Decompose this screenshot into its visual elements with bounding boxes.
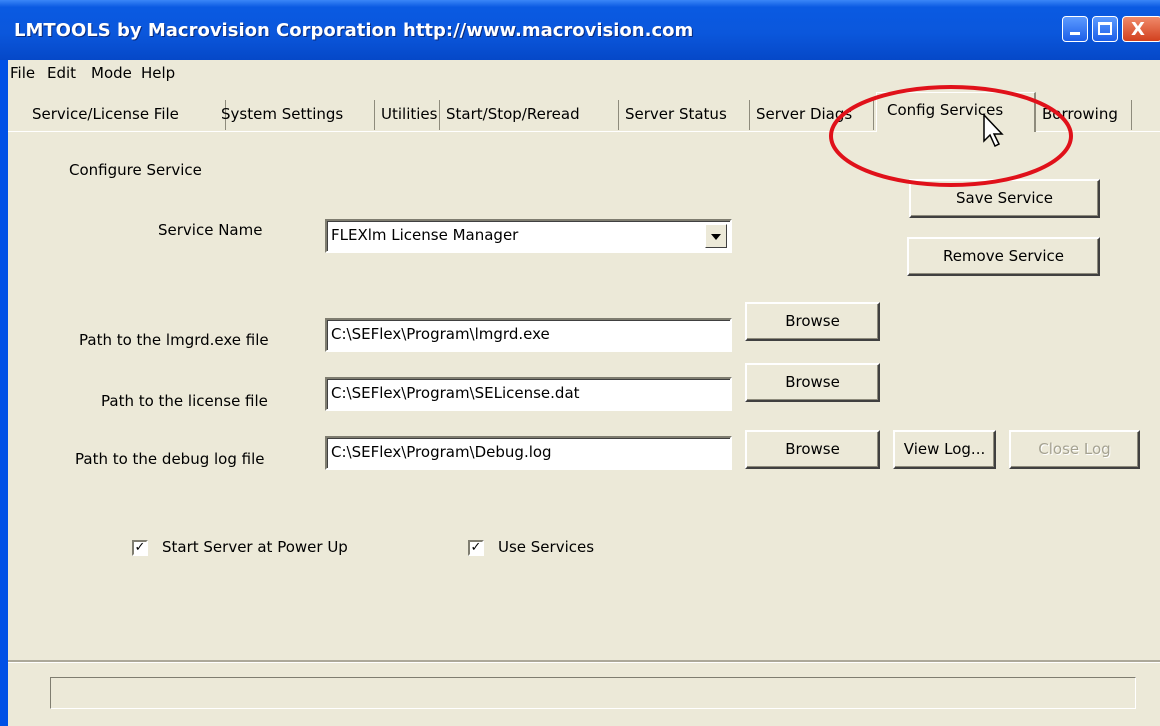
service-name-label: Service Name bbox=[158, 221, 263, 239]
menu-bar: File Edit Mode Help bbox=[8, 60, 1160, 86]
tab-server-diags[interactable]: Server Diags bbox=[754, 100, 874, 130]
remove-service-button[interactable]: Remove Service bbox=[907, 237, 1100, 276]
view-log-button[interactable]: View Log... bbox=[893, 430, 996, 469]
window-left-border bbox=[0, 0, 8, 726]
tab-utilities[interactable]: Utilities bbox=[379, 100, 440, 130]
browse-lmgrd-button[interactable]: Browse bbox=[745, 302, 880, 341]
license-path-input[interactable]: C:\SEFlex\Program\SELicense.dat bbox=[325, 377, 732, 411]
status-separator bbox=[8, 660, 1160, 663]
save-service-button[interactable]: Save Service bbox=[909, 179, 1100, 218]
tab-server-status[interactable]: Server Status bbox=[623, 100, 750, 130]
minimize-icon bbox=[1070, 32, 1080, 35]
service-name-combobox[interactable]: FLEXlm License Manager bbox=[325, 219, 732, 253]
menu-file[interactable]: File bbox=[10, 64, 35, 82]
mouse-cursor-icon bbox=[983, 113, 1004, 148]
debug-log-path-input[interactable]: C:\SEFlex\Program\Debug.log bbox=[325, 436, 732, 470]
browse-debug-log-button[interactable]: Browse bbox=[745, 430, 880, 469]
window-title: LMTOOLS by Macrovision Corporation http:… bbox=[14, 20, 694, 41]
use-services-checkbox[interactable]: ✓ bbox=[468, 540, 484, 556]
lmgrd-path-input[interactable]: C:\SEFlex\Program\lmgrd.exe bbox=[325, 318, 732, 352]
service-name-value: FLEXlm License Manager bbox=[331, 226, 519, 244]
menu-edit[interactable]: Edit bbox=[47, 64, 76, 82]
tab-config-services[interactable]: Config Services bbox=[876, 92, 1036, 132]
service-name-dropdown-button[interactable] bbox=[705, 224, 727, 248]
close-button[interactable]: X bbox=[1122, 16, 1160, 42]
title-bar[interactable]: LMTOOLS by Macrovision Corporation http:… bbox=[0, 0, 1160, 60]
maximize-button[interactable] bbox=[1092, 16, 1118, 42]
start-at-power-up-checkbox[interactable]: ✓ bbox=[132, 540, 148, 556]
browse-license-button[interactable]: Browse bbox=[745, 363, 880, 402]
tab-system-settings[interactable]: System Settings bbox=[219, 100, 375, 130]
maximize-icon bbox=[1098, 22, 1112, 35]
tab-borrowing[interactable]: Borrowing bbox=[1036, 100, 1132, 130]
debug-log-path-label: Path to the debug log file bbox=[75, 450, 265, 468]
start-at-power-up-label[interactable]: Start Server at Power Up bbox=[162, 538, 348, 556]
status-bar bbox=[50, 677, 1136, 709]
tab-start-stop-reread[interactable]: Start/Stop/Reread bbox=[444, 100, 619, 130]
use-services-label[interactable]: Use Services bbox=[498, 538, 594, 556]
minimize-button[interactable] bbox=[1062, 16, 1088, 42]
close-log-button[interactable]: Close Log bbox=[1009, 430, 1140, 469]
tab-service-license-file[interactable]: Service/License File bbox=[30, 100, 226, 130]
menu-mode[interactable]: Mode bbox=[91, 64, 132, 82]
section-title: Configure Service bbox=[69, 161, 202, 179]
chevron-down-icon bbox=[711, 234, 721, 240]
lmgrd-path-label: Path to the lmgrd.exe file bbox=[79, 331, 269, 349]
license-path-label: Path to the license file bbox=[101, 392, 268, 410]
menu-help[interactable]: Help bbox=[141, 64, 175, 82]
close-icon: X bbox=[1131, 19, 1145, 40]
